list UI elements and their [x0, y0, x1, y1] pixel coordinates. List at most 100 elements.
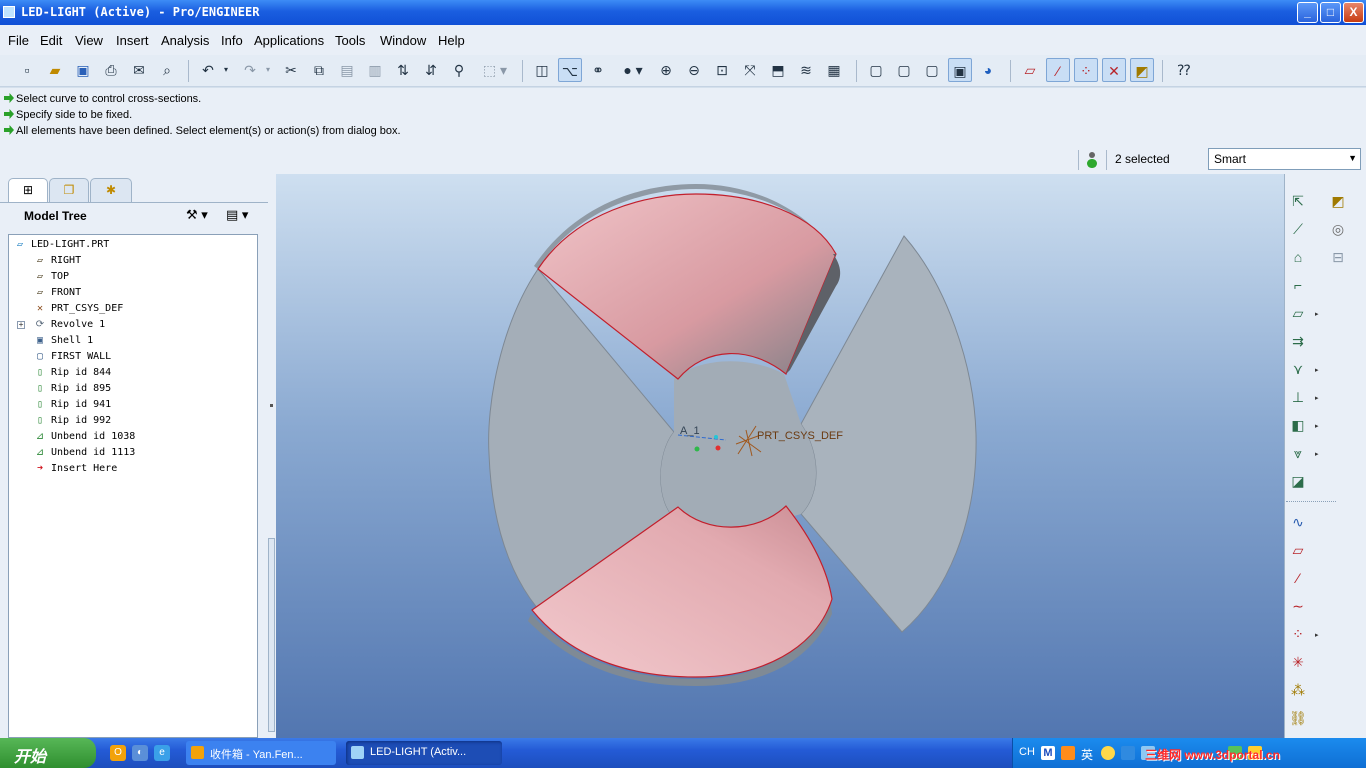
more-arrow-icon[interactable]: ▸ — [1315, 394, 1319, 402]
model-render[interactable]: A_1 PRT_CSYS_DEF — [276, 174, 1284, 738]
layers-icon[interactable]: ≋ — [794, 58, 818, 82]
selection-filter-select[interactable]: Smart ▼ — [1208, 148, 1361, 170]
flat-pattern-icon[interactable]: ⩔ — [1286, 441, 1310, 465]
paste-icon[interactable]: ▤ — [335, 58, 359, 82]
tree-settings-icon[interactable]: ⚒ ▾ — [186, 207, 220, 227]
favorites-tab[interactable]: ✱ — [90, 178, 132, 202]
undo-icon[interactable]: ↶ — [196, 58, 220, 82]
regen-manager-icon[interactable]: ⇵ — [419, 58, 443, 82]
close-button[interactable]: X — [1343, 2, 1364, 23]
start-button[interactable]: 开始 — [0, 738, 96, 768]
wireframe-icon[interactable]: ▢ — [864, 58, 888, 82]
annotation-icon[interactable]: ◩ — [1326, 189, 1350, 213]
tree-item[interactable]: ▱ LED-LIGHT.PRT — [13, 237, 109, 253]
tree-item[interactable]: ✕ PRT_CSYS_DEF — [33, 301, 123, 317]
datum-axes-icon[interactable]: ⁄ — [1046, 58, 1070, 82]
more-arrow-icon[interactable]: ▸ — [1315, 422, 1319, 430]
datum-axis-label[interactable]: A_1 — [680, 425, 700, 437]
model-tree-tab[interactable]: ⊞ — [8, 178, 48, 202]
cut-icon[interactable]: ✂ — [279, 58, 303, 82]
menu-help[interactable]: Help — [438, 33, 465, 48]
datum-point-tool-icon[interactable]: ⁘ — [1286, 622, 1310, 646]
tree-item[interactable]: + ⟳ Revolve 1 — [17, 317, 105, 333]
tree-item[interactable]: ⊿ Unbend id 1113 — [33, 445, 136, 461]
find-icon[interactable]: ⚲ — [447, 58, 471, 82]
tree-item[interactable]: ▢ FIRST WALL — [33, 349, 111, 365]
zoom-out-icon[interactable]: ⊖ — [682, 58, 706, 82]
panel-splitter[interactable] — [268, 538, 275, 732]
shaded-icon[interactable]: ▣ — [948, 58, 972, 82]
select-box-icon[interactable]: ⬚ ▾ — [475, 58, 515, 82]
new-file-icon[interactable]: ▫ — [15, 58, 39, 82]
more-arrow-icon[interactable]: ▸ — [1315, 310, 1319, 318]
flange-wall-icon[interactable]: ⌐ — [1286, 273, 1310, 297]
menu-view[interactable]: View — [75, 33, 103, 48]
sketch-icon[interactable]: ◫ — [530, 58, 554, 82]
wall-icon[interactable]: ⟋ — [1286, 217, 1310, 241]
refit-icon[interactable]: ⊡ — [710, 58, 734, 82]
tree-item[interactable]: ▯ Rip id 941 — [33, 397, 111, 413]
copy-icon[interactable]: ⧉ — [307, 58, 331, 82]
analysis-icon[interactable]: ⁂ — [1286, 678, 1310, 702]
cut-icon[interactable]: ◪ — [1286, 469, 1310, 493]
unbend-icon[interactable]: ⊥ — [1286, 385, 1310, 409]
menu-tools[interactable]: Tools — [335, 33, 365, 48]
ime-mode-icon[interactable]: M — [1041, 746, 1055, 760]
taskbar-item-outlook[interactable]: 收件箱 - Yan.Fen... — [186, 741, 336, 765]
datum-plane-tool-icon[interactable]: ▱ — [1286, 538, 1310, 562]
redo-icon[interactable]: ↷ — [238, 58, 262, 82]
print-icon[interactable]: ⎙ — [99, 58, 123, 82]
moon-icon[interactable] — [1101, 746, 1115, 760]
graphics-window[interactable]: A_1 PRT_CSYS_DEF — [276, 174, 1284, 738]
more-arrow-icon[interactable]: ▸ — [1315, 450, 1319, 458]
regenerate-icon[interactable]: ⇅ — [391, 58, 415, 82]
csys-label[interactable]: PRT_CSYS_DEF — [757, 430, 843, 442]
tree-item[interactable]: ▯ Rip id 992 — [33, 413, 111, 429]
tree-item[interactable]: ▱ RIGHT — [33, 253, 81, 269]
tree-item[interactable]: ▯ Rip id 844 — [33, 365, 111, 381]
datum-planes-icon[interactable]: ▱ — [1018, 58, 1042, 82]
tree-item[interactable]: ▱ FRONT — [33, 285, 81, 301]
minimize-button[interactable]: _ — [1297, 2, 1318, 23]
paste-special-icon[interactable]: ▥ — [363, 58, 387, 82]
explorer-quicklaunch-icon[interactable]: ◐ — [132, 745, 148, 761]
model-display-icon[interactable]: ▦ — [822, 58, 846, 82]
outlook-quicklaunch-icon[interactable]: O — [110, 745, 126, 761]
email-link-icon[interactable]: ⌕ — [155, 58, 179, 82]
whats-this-icon[interactable]: ⁇ — [1172, 58, 1196, 82]
sheetmetal-convert-icon[interactable]: ⇱ — [1286, 189, 1310, 213]
bend-back-icon[interactable]: ◧ — [1286, 413, 1310, 437]
menu-insert[interactable]: Insert — [116, 33, 149, 48]
punctuation-icon[interactable] — [1121, 746, 1135, 760]
tree-show-icon[interactable]: ▤ ▾ — [226, 207, 262, 227]
ie-quicklaunch-icon[interactable]: e — [154, 745, 170, 761]
flat-wall-icon[interactable]: ⌂ — [1286, 245, 1310, 269]
csys-tool-icon[interactable]: ✳ — [1286, 650, 1310, 674]
folder-browser-tab[interactable]: ❐ — [49, 178, 89, 202]
save-icon[interactable]: ▣ — [71, 58, 95, 82]
menu-applications[interactable]: Applications — [254, 33, 324, 48]
menu-analysis[interactable]: Analysis — [161, 33, 209, 48]
view-manager-icon[interactable]: ⬒ — [766, 58, 790, 82]
datum-axis-tool-icon[interactable]: ⁄ — [1286, 566, 1310, 590]
datum-points-icon[interactable]: ⁘ — [1074, 58, 1098, 82]
tree-item[interactable]: ▯ Rip id 895 — [33, 381, 111, 397]
maximize-button[interactable]: □ — [1320, 2, 1341, 23]
redo-dropdown-icon[interactable]: ▾ — [262, 58, 274, 82]
email-icon[interactable]: ✉ — [127, 58, 151, 82]
extend-wall-icon[interactable]: ⇉ — [1286, 329, 1310, 353]
annotation-display-icon[interactable]: ◩ — [1130, 58, 1154, 82]
ime-status-icon[interactable] — [1061, 746, 1075, 760]
enhanced-realism-icon[interactable]: ◕ — [976, 58, 1000, 82]
reorient-icon[interactable]: ⤧ — [738, 58, 762, 82]
app-icon[interactable] — [3, 6, 15, 18]
selection-status-icon[interactable] — [1087, 152, 1097, 168]
menu-window[interactable]: Window — [380, 33, 426, 48]
more-arrow-icon[interactable]: ▸ — [1315, 366, 1319, 374]
tree-item[interactable]: ⊿ Unbend id 1038 — [33, 429, 136, 445]
open-icon[interactable]: ▰ — [43, 58, 67, 82]
sash-grip[interactable] — [270, 404, 273, 407]
datum-curve-tool-icon[interactable]: ∿ — [1286, 510, 1310, 534]
hierarchy-icon[interactable]: ⊟ — [1326, 245, 1350, 269]
network-icon[interactable]: ⌥ — [558, 58, 582, 82]
